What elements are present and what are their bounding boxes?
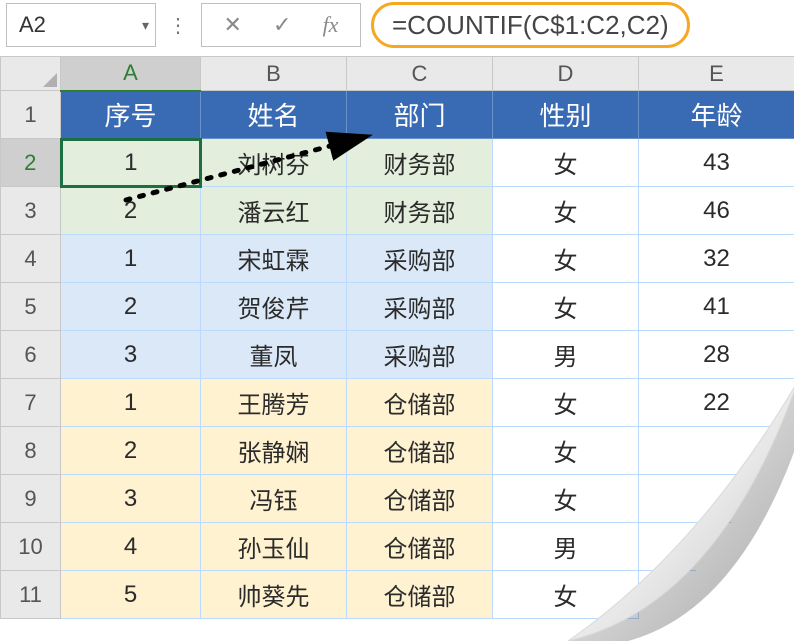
name-box[interactable]: A2 ▾ [6, 3, 156, 47]
header-cell[interactable]: 姓名 [201, 91, 347, 139]
header-cell[interactable]: 序号 [61, 91, 201, 139]
cell[interactable]: 5 [61, 571, 201, 619]
cell[interactable]: 潘云红 [201, 187, 347, 235]
cell[interactable]: 1 [61, 235, 201, 283]
row-head[interactable]: 5 [1, 283, 61, 331]
cell[interactable] [639, 523, 794, 571]
table-row: 115帅葵先仓储部女 [1, 571, 794, 619]
cell[interactable]: 孙玉仙 [201, 523, 347, 571]
row-head[interactable]: 3 [1, 187, 61, 235]
cell[interactable]: 28 [639, 331, 794, 379]
cell[interactable] [639, 475, 794, 523]
col-head-c[interactable]: C [347, 57, 493, 91]
row-head[interactable]: 11 [1, 571, 61, 619]
cell[interactable]: 3 [61, 331, 201, 379]
cell[interactable]: 采购部 [347, 235, 493, 283]
cell[interactable]: 宋虹霖 [201, 235, 347, 283]
cell[interactable]: 采购部 [347, 283, 493, 331]
row-head[interactable]: 6 [1, 331, 61, 379]
cell[interactable]: 男 [493, 523, 639, 571]
cell[interactable]: 冯钰 [201, 475, 347, 523]
row-head[interactable]: 1 [1, 91, 61, 139]
row-head[interactable]: 2 [1, 139, 61, 187]
cell[interactable]: 仓储部 [347, 571, 493, 619]
cell[interactable]: 女 [493, 475, 639, 523]
cell[interactable]: 2 [61, 427, 201, 475]
cell[interactable]: 财务部 [347, 187, 493, 235]
cell[interactable]: 22 [639, 379, 794, 427]
table-row: 41宋虹霖采购部女32 [1, 235, 794, 283]
cell[interactable]: 张静娴 [201, 427, 347, 475]
cell[interactable] [639, 571, 794, 619]
cell[interactable]: 财务部 [347, 139, 493, 187]
row-head[interactable]: 8 [1, 427, 61, 475]
cell[interactable]: 王腾芳 [201, 379, 347, 427]
cell[interactable]: 仓储部 [347, 427, 493, 475]
cell[interactable]: 46 [639, 187, 794, 235]
cell[interactable]: 贺俊芹 [201, 283, 347, 331]
table-row: 1序号姓名部门性别年龄 [1, 91, 794, 139]
cell[interactable]: 女 [493, 283, 639, 331]
cell[interactable]: 2 [61, 283, 201, 331]
cell[interactable]: 女 [493, 427, 639, 475]
cell[interactable]: 3 [61, 475, 201, 523]
table-row: 71王腾芳仓储部女22 [1, 379, 794, 427]
formula-bar: A2 ▾ ⋮ ✕ ✓ fx =COUNTIF(C$1:C2,C2) [0, 0, 794, 56]
cell[interactable]: 帅葵先 [201, 571, 347, 619]
cell[interactable]: 32 [639, 235, 794, 283]
name-box-value: A2 [19, 12, 46, 38]
row-head[interactable]: 4 [1, 235, 61, 283]
cell[interactable]: 女 [493, 571, 639, 619]
table-row: 104孙玉仙仓储部男 [1, 523, 794, 571]
grid[interactable]: A B C D E 1序号姓名部门性别年龄21刘树芬财务部女4332潘云红财务部… [0, 56, 794, 619]
formula-text: =COUNTIF(C$1:C2,C2) [392, 10, 669, 41]
select-all-corner[interactable] [1, 57, 61, 91]
cell[interactable]: 1 [61, 379, 201, 427]
table-row: 82张静娴仓储部女 [1, 427, 794, 475]
formula-input[interactable]: =COUNTIF(C$1:C2,C2) [371, 2, 690, 48]
col-head-e[interactable]: E [639, 57, 794, 91]
header-cell[interactable]: 年龄 [639, 91, 794, 139]
chevron-down-icon[interactable]: ▾ [142, 17, 149, 34]
col-head-b[interactable]: B [201, 57, 347, 91]
separator-dots-icon: ⋮ [166, 13, 191, 38]
cell[interactable]: 女 [493, 379, 639, 427]
table-row: 52贺俊芹采购部女41 [1, 283, 794, 331]
table-row: 93冯钰仓储部女 [1, 475, 794, 523]
cell[interactable]: 采购部 [347, 331, 493, 379]
row-head[interactable]: 9 [1, 475, 61, 523]
cell[interactable]: 仓储部 [347, 523, 493, 571]
fx-icon[interactable]: fx [323, 12, 339, 38]
cell[interactable]: 女 [493, 139, 639, 187]
cancel-icon[interactable]: ✕ [224, 12, 242, 38]
cell[interactable]: 男 [493, 331, 639, 379]
col-head-d[interactable]: D [493, 57, 639, 91]
cell[interactable]: 女 [493, 235, 639, 283]
cell[interactable]: 43 [639, 139, 794, 187]
col-head-a[interactable]: A [61, 57, 201, 91]
row-head[interactable]: 10 [1, 523, 61, 571]
cell[interactable]: 4 [61, 523, 201, 571]
cell[interactable]: 董凤 [201, 331, 347, 379]
row-head[interactable]: 7 [1, 379, 61, 427]
cell[interactable]: 女 [493, 187, 639, 235]
table-row: 63董凤采购部男28 [1, 331, 794, 379]
table-row: 21刘树芬财务部女43 [1, 139, 794, 187]
cell[interactable] [639, 427, 794, 475]
worksheet: A B C D E 1序号姓名部门性别年龄21刘树芬财务部女4332潘云红财务部… [0, 56, 794, 619]
column-header-row: A B C D E [1, 57, 794, 91]
cell[interactable]: 41 [639, 283, 794, 331]
confirm-icon[interactable]: ✓ [273, 12, 291, 38]
table-row: 32潘云红财务部女46 [1, 187, 794, 235]
formula-buttons: ✕ ✓ fx [201, 3, 361, 47]
cell[interactable]: 2 [61, 187, 201, 235]
header-cell[interactable]: 性别 [493, 91, 639, 139]
header-cell[interactable]: 部门 [347, 91, 493, 139]
cell[interactable]: 刘树芬 [201, 139, 347, 187]
cell[interactable]: 仓储部 [347, 475, 493, 523]
cell[interactable]: 1 [61, 139, 201, 187]
cell[interactable]: 仓储部 [347, 379, 493, 427]
